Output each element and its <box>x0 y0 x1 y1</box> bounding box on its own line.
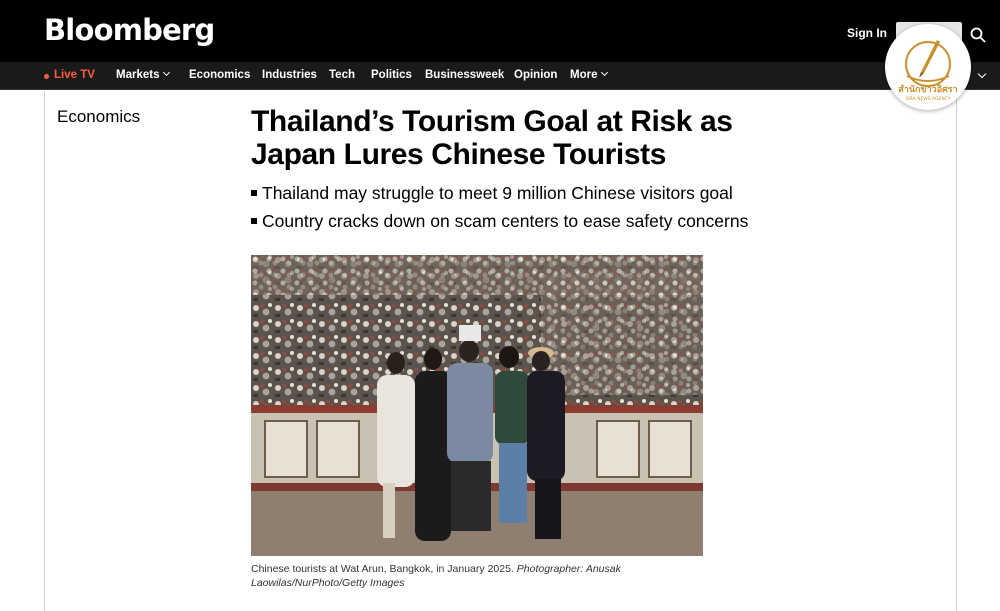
watermark-english-text: ISRA NEWS AGENCY <box>905 96 950 102</box>
live-dot-icon <box>44 74 49 79</box>
summary-bullet: Thailand may struggle to meet 9 million … <box>251 183 733 204</box>
sign-in-link[interactable]: Sign In <box>847 26 887 40</box>
bullet-square-icon <box>251 190 257 196</box>
main-nav: Live TV Markets Economics Industries Tec… <box>0 62 1000 90</box>
nav-live-tv[interactable]: Live TV <box>54 69 95 81</box>
nav-tech[interactable]: Tech <box>329 69 355 81</box>
nav-more[interactable]: More <box>570 68 609 81</box>
summary-bullet-text: Country cracks down on scam centers to e… <box>262 211 749 231</box>
nav-politics[interactable]: Politics <box>371 69 412 81</box>
caption-text: Chinese tourists at Wat Arun, Bangkok, i… <box>251 563 514 575</box>
nav-opinion[interactable]: Opinion <box>514 69 557 81</box>
article-photo <box>251 255 703 556</box>
search-icon[interactable] <box>970 27 986 43</box>
nav-more-label: More <box>570 69 598 81</box>
chevron-down-icon <box>601 68 609 77</box>
photo-caption: Chinese tourists at Wat Arun, Bangkok, i… <box>251 562 703 590</box>
nav-industries[interactable]: Industries <box>262 69 317 81</box>
nav-markets-label: Markets <box>116 69 160 81</box>
bullet-square-icon <box>251 218 257 224</box>
section-label[interactable]: Economics <box>57 107 140 127</box>
chevron-down-icon[interactable] <box>977 69 987 79</box>
summary-bullet: Country cracks down on scam centers to e… <box>251 211 748 232</box>
watermark-thai-text: สำนักข่าวอิศรา <box>898 84 957 95</box>
top-header: Bloomberg Sign In <box>0 0 1000 62</box>
chevron-down-icon <box>163 68 171 77</box>
nav-businessweek[interactable]: Businessweek <box>425 69 504 81</box>
quill-icon: สำนักข่าวอิศรา ISRA NEWS AGENCY <box>898 40 958 102</box>
bloomberg-logo[interactable]: Bloomberg <box>44 13 215 47</box>
summary-bullet-text: Thailand may struggle to meet 9 million … <box>262 183 733 203</box>
article-headline: Thailand’s Tourism Goal at Risk as Japan… <box>251 105 733 171</box>
nav-markets[interactable]: Markets <box>116 68 171 81</box>
nav-economics[interactable]: Economics <box>189 69 250 81</box>
isra-news-watermark: สำนักข่าวอิศรา ISRA NEWS AGENCY <box>885 24 971 110</box>
